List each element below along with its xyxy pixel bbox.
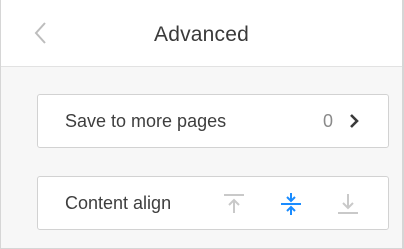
page-title: Advanced xyxy=(153,23,249,46)
content-align-row: Content align xyxy=(37,176,389,230)
save-to-more-pages-label: Save to more pages xyxy=(65,111,227,131)
align-middle-icon xyxy=(281,193,301,215)
align-bottom-icon xyxy=(338,194,358,214)
align-middle-button[interactable] xyxy=(278,191,304,217)
chevron-right-icon xyxy=(350,114,359,128)
align-bottom-button[interactable] xyxy=(335,191,361,217)
pages-count: 0 xyxy=(322,111,333,131)
save-to-more-pages-button[interactable]: Save to more pages 0 xyxy=(37,94,389,148)
align-top-button[interactable] xyxy=(221,191,247,217)
align-top-icon xyxy=(224,194,244,213)
panel-header: Advanced xyxy=(1,0,402,67)
advanced-panel: Advanced Save to more pages 0 Content al… xyxy=(0,0,404,249)
content-align-label: Content align xyxy=(65,193,172,213)
